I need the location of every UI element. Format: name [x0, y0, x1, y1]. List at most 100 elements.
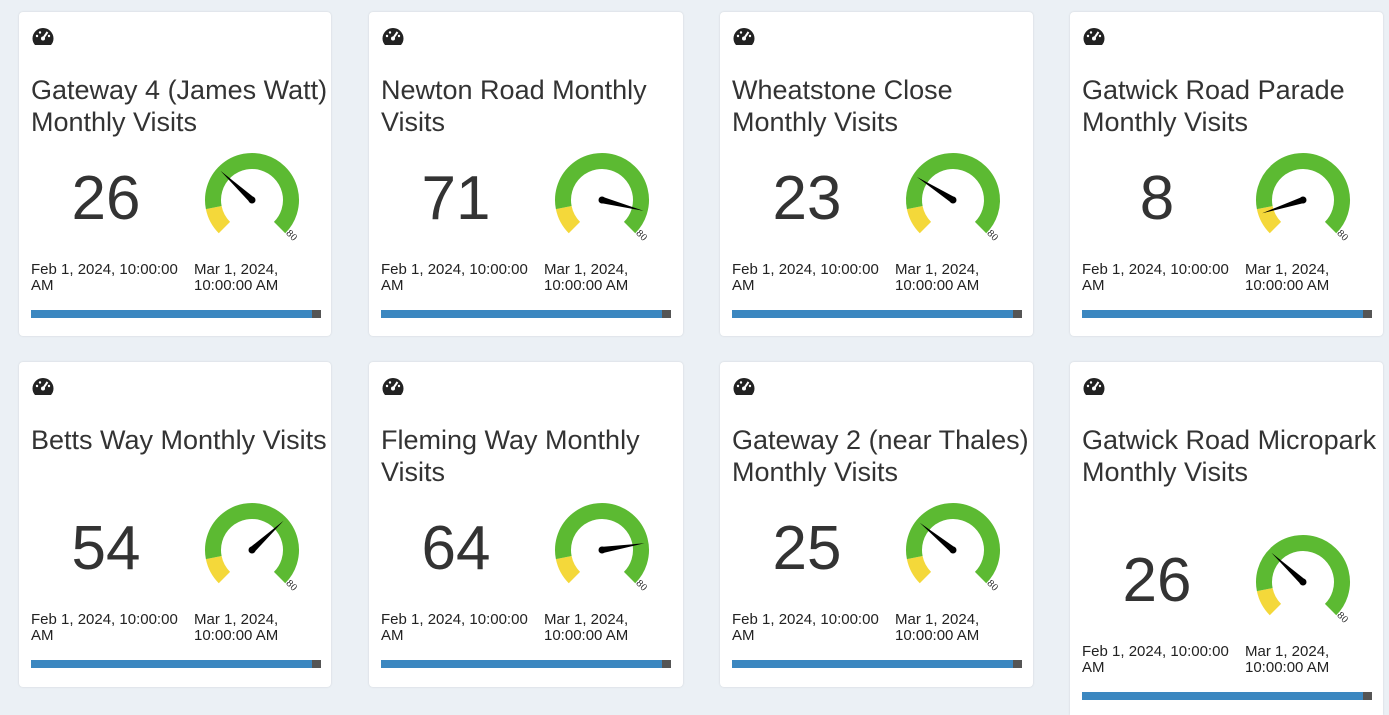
visit-count: 71	[421, 164, 491, 233]
period-progress-bar	[732, 660, 1022, 668]
gauge-chart: 1080	[1248, 535, 1350, 626]
date-range: Feb 1, 2024, 10:00:00 AM Mar 1, 2024, 10…	[1082, 644, 1372, 676]
date-range: Feb 1, 2024, 10:00:00 AM Mar 1, 2024, 10…	[31, 262, 321, 294]
end-date: Mar 1, 2024, 10:00:00 AM	[895, 611, 980, 644]
dashboard-gauge-icon	[1083, 378, 1105, 395]
visits-card[interactable]: Gateway 2 (near Thales) Monthly Visits 2…	[720, 362, 1033, 687]
period-progress-bar	[381, 660, 671, 668]
gauge-low-band	[906, 555, 932, 584]
gauge-needle-hub	[598, 196, 606, 204]
card-title: Gateway 4 (James Watt) Monthly Visits	[31, 75, 328, 137]
gauge-needle-hub	[949, 546, 957, 554]
dashboard-gauge-icon	[32, 28, 54, 45]
gauge-needle	[919, 522, 956, 553]
gauge-low-band	[205, 555, 231, 584]
progress-fill	[732, 660, 1014, 668]
visit-count: 26	[71, 164, 141, 233]
visit-count: 25	[772, 514, 842, 583]
gauge-min-label: 10	[1248, 584, 1251, 596]
progress-fill	[732, 310, 1014, 318]
date-range: Feb 1, 2024, 10:00:00 AM Mar 1, 2024, 10…	[732, 262, 1022, 294]
dashboard-gauge-icon	[733, 28, 755, 45]
card-title: Newton Road Monthly Visits	[381, 75, 647, 137]
gauge-low-band	[205, 205, 231, 234]
visit-count: 8	[1139, 164, 1175, 233]
start-date: Feb 1, 2024, 10:00:00 AM	[732, 261, 879, 294]
card-title: Gatwick Road Micropark Monthly Visits	[1082, 425, 1377, 487]
gauge-needle	[249, 520, 284, 553]
card-title: Gateway 2 (near Thales) Monthly Visits	[732, 425, 1029, 487]
visits-card[interactable]: Newton Road Monthly Visits 71 10 80 Feb 1…	[369, 12, 683, 336]
card-title: Gatwick Road Parade Monthly Visits	[1082, 75, 1345, 137]
dashboard-gauge-icon	[733, 378, 755, 395]
dashboard-gauge-icon	[1083, 28, 1105, 45]
start-date: Feb 1, 2024, 10:00:00 AM	[1082, 261, 1229, 294]
end-date: Mar 1, 2024, 10:00:00 AM	[194, 261, 279, 294]
visit-count: 54	[71, 514, 141, 583]
gauge-needle-hub	[949, 196, 957, 204]
end-date: Mar 1, 2024, 10:00:00 AM	[1245, 643, 1330, 676]
period-progress-bar	[1082, 310, 1372, 318]
gauge-min-label: 10	[547, 552, 550, 564]
date-range: Feb 1, 2024, 10:00:00 AM Mar 1, 2024, 10…	[732, 612, 1022, 644]
visits-card[interactable]: Gatwick Road Parade Monthly Visits 8 10 8…	[1070, 12, 1383, 336]
gauge-low-band	[555, 205, 581, 234]
start-date: Feb 1, 2024, 10:00:00 AM	[31, 261, 178, 294]
gauge-needle-hub	[598, 546, 606, 554]
end-date: Mar 1, 2024, 10:00:00 AM	[544, 611, 629, 644]
gauge-chart: 1080	[898, 503, 1000, 594]
gauge-needle-hub	[248, 196, 256, 204]
progress-fill	[31, 660, 313, 668]
period-progress-bar	[732, 310, 1022, 318]
start-date: Feb 1, 2024, 10:00:00 AM	[1082, 643, 1229, 676]
visit-count: 23	[772, 164, 842, 233]
gauge-chart: 1080	[898, 153, 1000, 244]
gauge-chart: 1080	[197, 503, 299, 594]
date-range: Feb 1, 2024, 10:00:00 AM Mar 1, 2024, 10…	[1082, 262, 1372, 294]
gauge-min-label: 10	[197, 552, 200, 564]
progress-fill	[381, 310, 663, 318]
date-range: Feb 1, 2024, 10:00:00 AM Mar 1, 2024, 10…	[381, 612, 671, 644]
gauge-chart: 1080	[197, 153, 299, 244]
progress-fill	[381, 660, 663, 668]
gauge-chart: 1080	[1248, 153, 1350, 244]
gauge-min-label: 10	[197, 202, 200, 214]
date-range: Feb 1, 2024, 10:00:00 AM Mar 1, 2024, 10…	[31, 612, 321, 644]
end-date: Mar 1, 2024, 10:00:00 AM	[1245, 261, 1330, 294]
visits-card[interactable]: Betts Way Monthly Visits 54 10 80 Feb 1, …	[19, 362, 331, 687]
period-progress-bar	[31, 310, 321, 318]
start-date: Feb 1, 2024, 10:00:00 AM	[381, 611, 528, 644]
visit-count: 64	[421, 514, 491, 583]
date-range: Feb 1, 2024, 10:00:00 AM Mar 1, 2024, 10…	[381, 262, 671, 294]
gauge-needle	[220, 170, 255, 203]
gauge-min-label: 10	[898, 202, 901, 214]
dashboard-gauge-icon	[382, 378, 404, 395]
gauge-low-band	[555, 555, 581, 584]
gauge-needle	[1271, 552, 1306, 585]
gauge-min-label: 10	[1248, 202, 1251, 214]
progress-fill	[31, 310, 313, 318]
period-progress-bar	[31, 660, 321, 668]
visits-card[interactable]: Gateway 4 (James Watt) Monthly Visits 26…	[19, 12, 331, 336]
gauge-low-band	[1256, 587, 1282, 616]
visits-card[interactable]: Fleming Way Monthly Visits 64 10 80 Feb 1…	[369, 362, 683, 687]
gauge-needle-hub	[1299, 578, 1307, 586]
card-title: Betts Way Monthly Visits	[31, 425, 327, 455]
end-date: Mar 1, 2024, 10:00:00 AM	[895, 261, 980, 294]
progress-fill	[1082, 692, 1364, 700]
card-title: Fleming Way Monthly Visits	[381, 425, 640, 487]
end-date: Mar 1, 2024, 10:00:00 AM	[194, 611, 279, 644]
gauge-low-band	[906, 205, 932, 234]
end-date: Mar 1, 2024, 10:00:00 AM	[544, 261, 629, 294]
period-progress-bar	[1082, 692, 1372, 700]
gauge-chart: 1080	[547, 503, 649, 594]
start-date: Feb 1, 2024, 10:00:00 AM	[381, 261, 528, 294]
visits-card[interactable]: Gatwick Road Micropark Monthly Visits 26…	[1070, 362, 1383, 715]
visit-count: 26	[1122, 546, 1192, 615]
visits-card[interactable]: Wheatstone Close Monthly Visits 23 10 80 …	[720, 12, 1033, 336]
card-title: Wheatstone Close Monthly Visits	[732, 75, 953, 137]
start-date: Feb 1, 2024, 10:00:00 AM	[31, 611, 178, 644]
gauge-chart: 1080	[547, 153, 649, 244]
gauge-min-label: 10	[898, 552, 901, 564]
dashboard-gauge-icon	[32, 378, 54, 395]
